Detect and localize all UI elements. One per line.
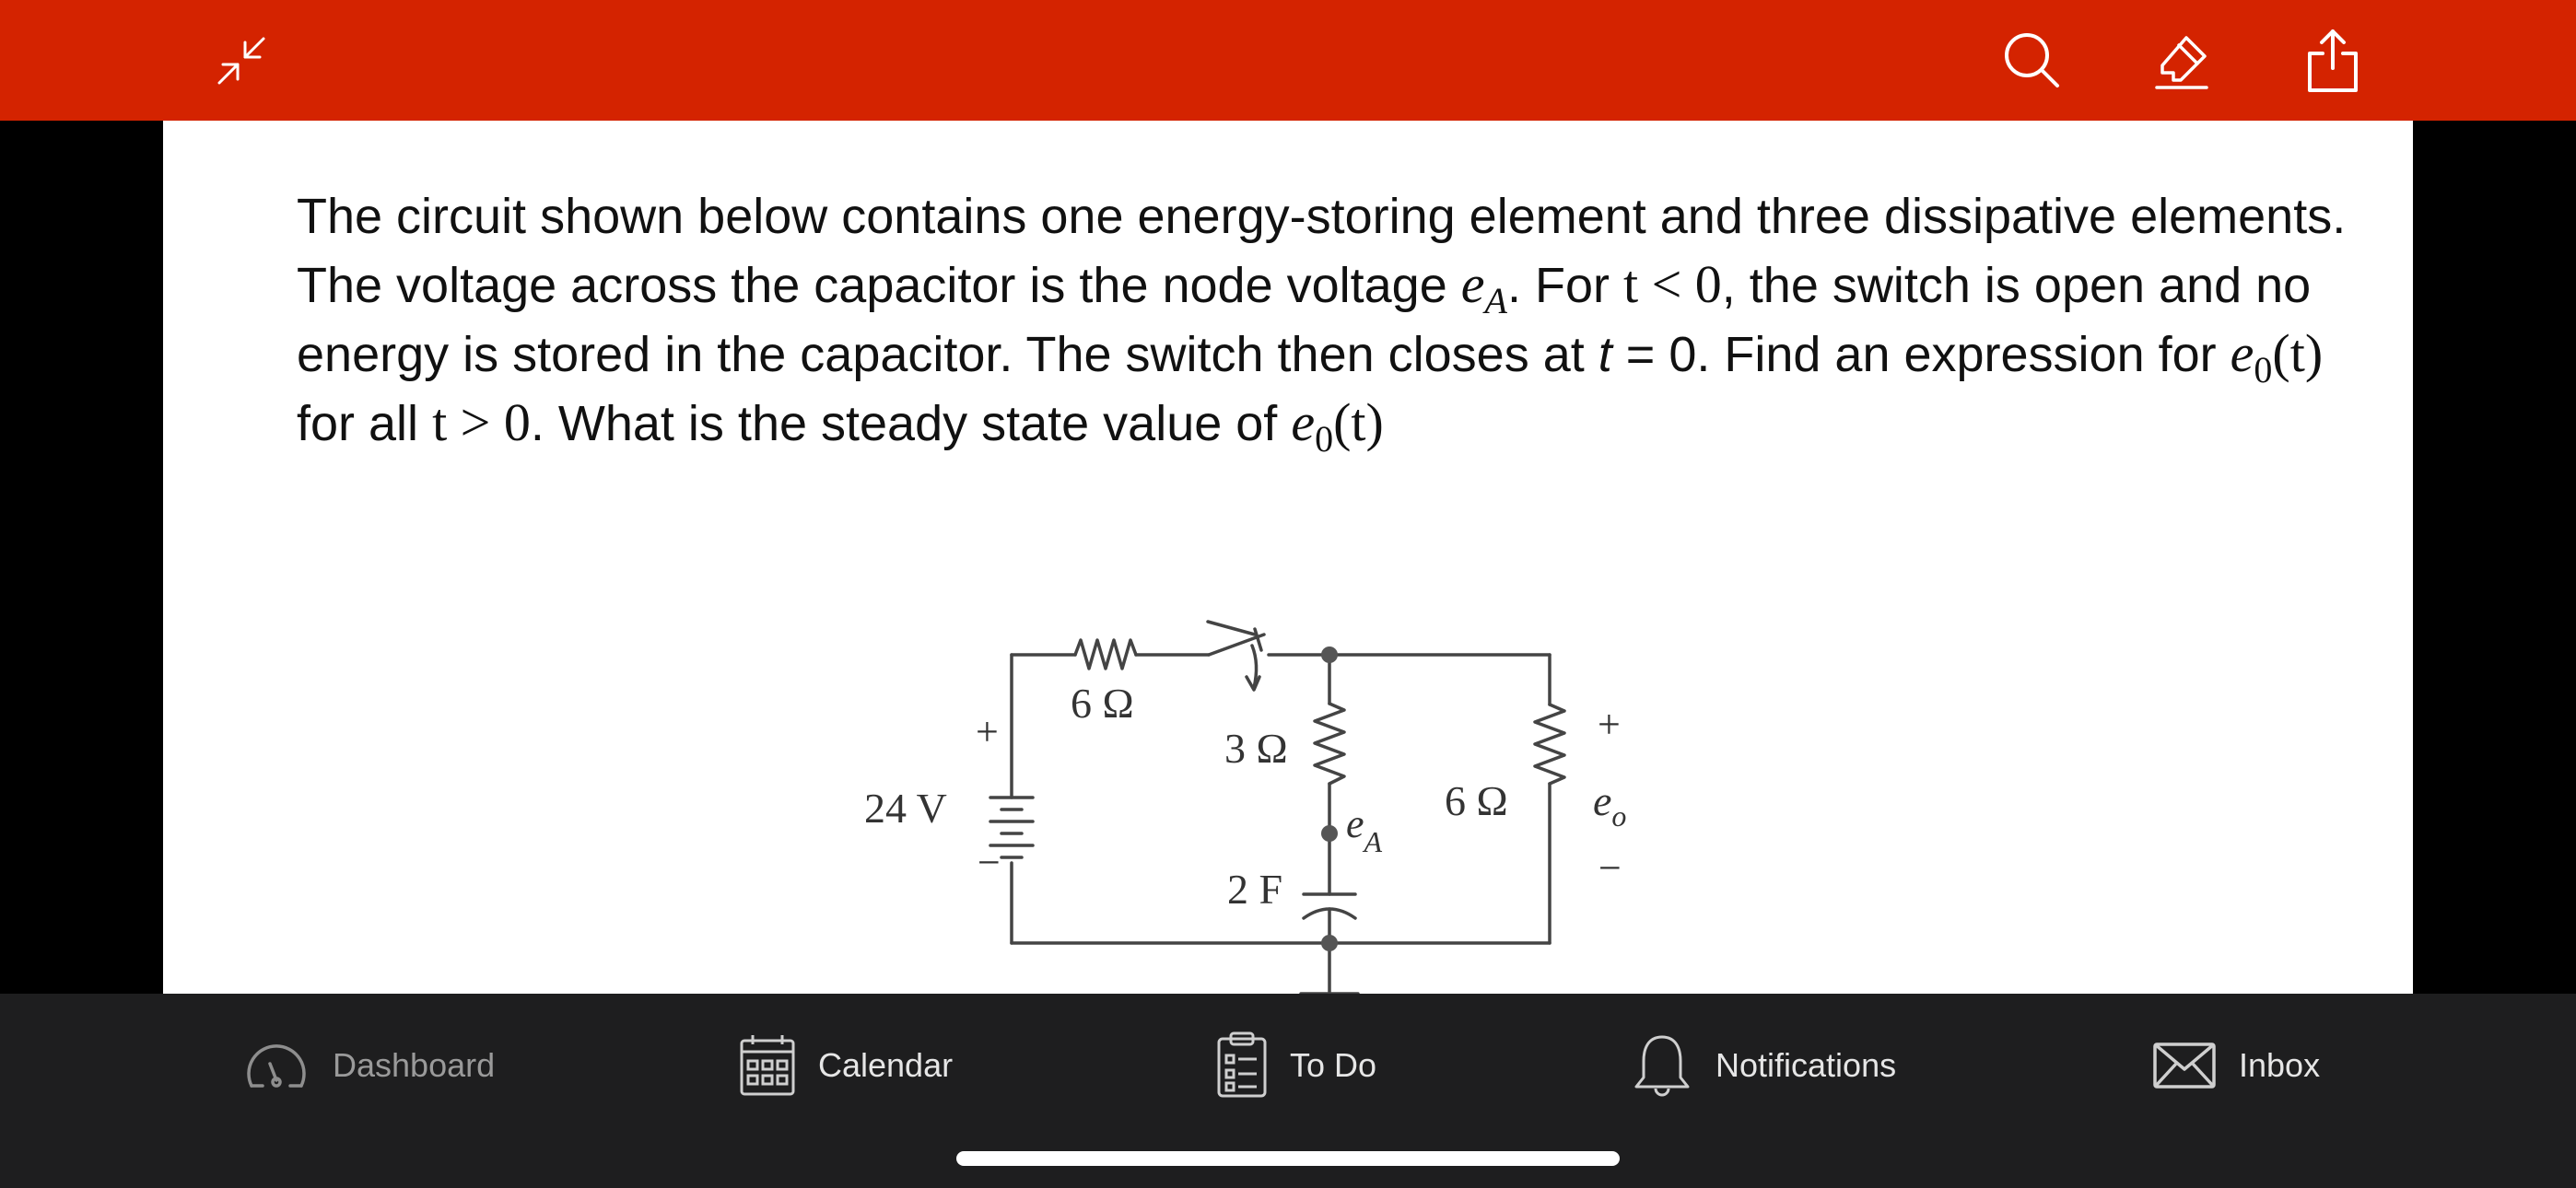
node-top — [1321, 646, 1338, 663]
capacitor-label: 2 F — [1227, 866, 1282, 913]
bell-icon — [1631, 1031, 1693, 1100]
share-icon — [2308, 29, 2358, 92]
tab-dashboard-label: Dashboard — [333, 1045, 496, 1084]
source-minus-label: − — [978, 840, 1001, 885]
exit-fullscreen-button[interactable] — [205, 24, 278, 98]
resistor-3ohm — [1313, 702, 1346, 786]
collapse-fullscreen-icon — [217, 37, 265, 85]
tab-calendar-label: Calendar — [818, 1045, 954, 1084]
tab-todo[interactable]: To Do — [1216, 1031, 1376, 1100]
top-toolbar — [0, 0, 2576, 121]
resistor-6ohm-top — [1073, 638, 1138, 670]
share-button[interactable] — [2296, 24, 2370, 98]
source-plus-label: + — [976, 709, 999, 754]
tab-calendar[interactable]: Calendar — [739, 1031, 953, 1100]
tab-notifications[interactable]: Notifications — [1631, 1031, 1896, 1100]
todo-icon — [1216, 1031, 1268, 1100]
tab-todo-label: To Do — [1290, 1045, 1377, 1084]
tab-notifications-label: Notifications — [1715, 1045, 1897, 1084]
output-plus-label: + — [1598, 702, 1621, 747]
resistor-6ohm-top-label: 6 Ω — [1071, 680, 1134, 727]
node-bottom — [1321, 935, 1338, 951]
tab-inbox-label: Inbox — [2239, 1045, 2321, 1084]
inbox-icon — [2152, 1042, 2217, 1089]
output-minus-label: − — [1598, 845, 1622, 891]
resistor-3ohm-label: 3 Ω — [1224, 725, 1288, 772]
output-voltage-label: eo — [1593, 777, 1626, 833]
dashboard-icon — [242, 1040, 310, 1091]
circuit-diagram: + 24 V − 6 Ω 3 Ω 6 Ω 2 F eA + eo − — [864, 620, 1626, 994]
tab-dashboard[interactable]: Dashboard — [242, 1031, 495, 1100]
home-indicator[interactable] — [956, 1151, 1620, 1166]
resistor-6ohm-right — [1533, 703, 1566, 786]
calendar-icon — [739, 1033, 796, 1098]
highlight-button[interactable] — [2147, 24, 2220, 98]
node-a — [1321, 825, 1338, 842]
search-button[interactable] — [1996, 24, 2069, 98]
source-voltage-label: 24 V — [864, 785, 947, 832]
highlighter-icon — [2155, 36, 2208, 89]
tab-inbox[interactable]: Inbox — [2152, 1031, 2320, 1100]
search-icon — [2005, 33, 2059, 87]
document-page: The circuit shown below contains one ene… — [163, 121, 2413, 994]
resistor-6ohm-right-label: 6 Ω — [1445, 777, 1508, 824]
node-voltage-label: eA — [1346, 801, 1383, 858]
